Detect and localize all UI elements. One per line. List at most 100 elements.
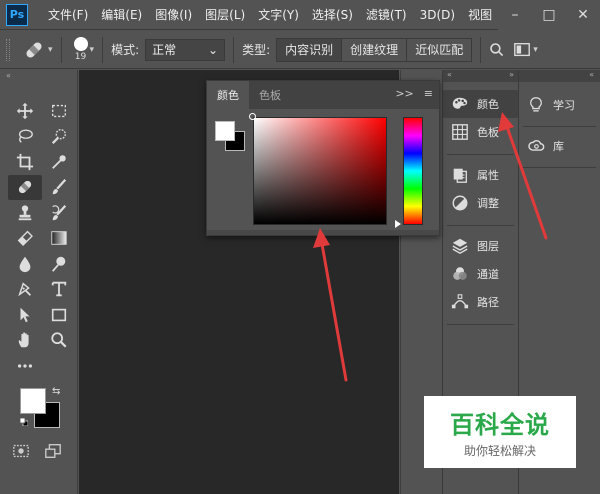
chevron-down-icon[interactable]: ▾ [90,45,95,55]
dock-item-layers[interactable]: 图层 [443,232,518,260]
pen-icon [18,282,32,297]
healing-brush-tool[interactable] [8,174,42,200]
dock-item-learn[interactable]: 学习 [519,90,600,120]
move-icon [16,102,34,119]
type-segmented-control: 内容识别 创建纹理 近似匹配 [276,37,473,62]
tool-preset-picker[interactable] [22,38,46,62]
dock-item-label: 色板 [477,126,499,139]
dock-item-channels[interactable]: 通道 [443,260,518,288]
type-proximity-match[interactable]: 近似匹配 [407,38,472,61]
dock-item-paths[interactable]: 路径 [443,288,518,316]
divider [447,324,514,325]
type-create-texture[interactable]: 创建纹理 [342,38,408,61]
panel-foreground-swatch[interactable] [215,121,235,141]
collapse-dock-button[interactable]: « [589,70,594,79]
minimize-button[interactable]: – [498,0,532,30]
collapse-dock-button[interactable]: « [447,70,452,79]
chevron-down-icon[interactable]: ▾ [533,45,538,55]
tab-swatches[interactable]: 色板 [249,81,291,109]
more-tools[interactable] [8,353,42,379]
eraser-tool[interactable] [8,226,42,252]
dock-item-properties[interactable]: 属性 [443,161,518,189]
divider [102,36,104,63]
hand-icon [18,332,29,348]
zoom-tool[interactable] [42,328,76,354]
menu-filter[interactable]: 滤镜(T) [366,6,407,23]
dock-item-swatches[interactable]: 色板 [443,118,518,146]
hue-slider[interactable] [403,117,423,225]
brush-tool[interactable] [42,175,76,201]
menu-3d[interactable]: 3D(D) [420,8,455,22]
type-label: 类型: [242,43,271,57]
options-bar-grip[interactable] [6,38,10,61]
quick-select-tool[interactable] [42,124,76,150]
maximize-button[interactable]: □ [532,0,566,30]
move-tool[interactable] [8,98,42,124]
panel-resize-bar[interactable] [207,230,439,235]
divider [60,36,62,63]
collapse-toolbar-button[interactable]: « [6,71,11,80]
workspace-icon[interactable] [513,41,531,59]
type-content-aware[interactable]: 内容识别 [277,38,343,61]
brush-size: 19 [74,52,87,62]
brush-picker[interactable]: 19 [73,37,88,62]
dock-item-label: 库 [553,140,564,153]
saturation-brightness-field[interactable] [253,117,387,225]
quick-mask-icon[interactable] [12,442,30,460]
blur-icon [19,256,31,272]
panel-menu-icon[interactable]: ≡ [424,87,433,100]
dodge-tool[interactable] [42,251,76,277]
more-tools-icon [17,364,33,368]
dodge-icon [52,256,66,272]
expand-dock-button[interactable]: » [509,70,514,79]
menu-image[interactable]: 图像(I) [155,6,192,23]
blur-tool[interactable] [8,251,42,277]
stamp-tool[interactable] [8,200,42,226]
options-bar: ▾ 19 ▾ 模式: 正常 ⌄ 类型: 内容识别 创建纹理 近似匹配 ▾ [0,31,600,69]
dock-item-label: 颜色 [477,98,499,111]
text-tool[interactable] [42,277,76,303]
expand-panel-button[interactable]: >> [395,87,413,100]
swap-colors-icon[interactable]: ⇆ [52,386,60,397]
dock-item-label: 学习 [553,99,575,112]
toolbar-bottom [12,442,62,460]
tools-panel: « ⇆ [0,70,78,494]
menu-select[interactable]: 选择(S) [312,6,353,23]
dock-item-label: 图层 [477,240,499,253]
bandage-icon [26,41,42,58]
search-icon[interactable] [489,42,505,58]
pen-tool[interactable] [8,277,42,303]
foreground-color-swatch[interactable] [20,388,46,414]
path-select-tool[interactable] [8,302,42,328]
rectangle-tool[interactable] [42,302,76,328]
menu-file[interactable]: 文件(F) [48,6,88,23]
lasso-tool[interactable] [8,124,42,150]
menu-layer[interactable]: 图层(L) [205,6,245,23]
hand-tool[interactable] [8,328,42,354]
history-brush-tool[interactable] [42,200,76,226]
gradient-tool[interactable] [42,226,76,252]
chevron-down-icon[interactable]: ▾ [48,45,53,55]
watermark-subtitle: 助你轻松解决 [463,444,536,458]
default-colors-icon[interactable] [20,418,28,426]
screen-mode-icon[interactable] [44,442,62,460]
dock-item-color[interactable]: 颜色 [443,90,518,118]
dock-item-libraries[interactable]: 库 [519,131,600,161]
color-picker-cursor[interactable] [249,113,256,120]
hue-slider-handle[interactable] [395,220,401,228]
menu-type[interactable]: 文字(Y) [258,6,299,23]
mode-select[interactable]: 正常 ⌄ [145,38,226,61]
menu-edit[interactable]: 编辑(E) [101,6,142,23]
crop-tool[interactable] [8,149,42,175]
dock-item-adjustments[interactable]: 调整 [443,189,518,217]
adjust-icon [452,195,468,211]
tab-color[interactable]: 颜色 [207,81,249,109]
marquee-tool[interactable] [42,98,76,124]
tool-grid [8,98,76,379]
menu-view[interactable]: 视图 [468,6,492,23]
paths-icon [451,294,469,309]
eyedropper-tool[interactable] [42,149,76,175]
channels-icon [453,267,467,280]
close-button[interactable]: ✕ [566,0,600,30]
mode-label: 模式: [111,43,140,57]
